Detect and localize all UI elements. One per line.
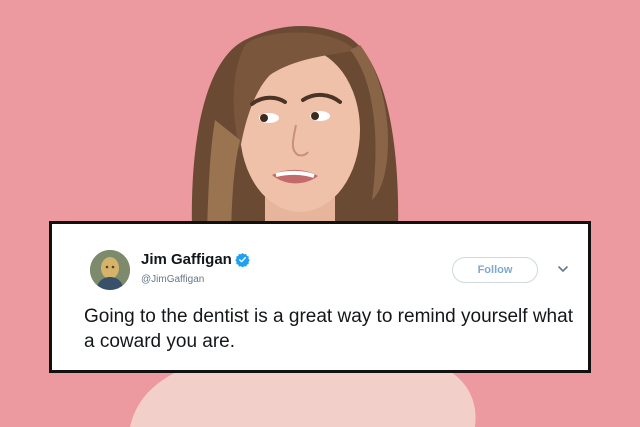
follow-button[interactable]: Follow — [452, 257, 538, 283]
avatar-portrait-icon — [90, 250, 130, 290]
avatar[interactable] — [90, 250, 130, 290]
tweet-text: Going to the dentist is a great way to r… — [84, 306, 573, 352]
author-name[interactable]: Jim Gaffigan — [141, 251, 232, 268]
user-handle[interactable]: @JimGaffigan — [141, 274, 204, 285]
verified-badge-icon — [235, 252, 250, 267]
tweet-card: Jim Gaffigan @JimGaffigan Follow Going t… — [49, 221, 591, 373]
chevron-down-icon[interactable] — [557, 264, 569, 274]
